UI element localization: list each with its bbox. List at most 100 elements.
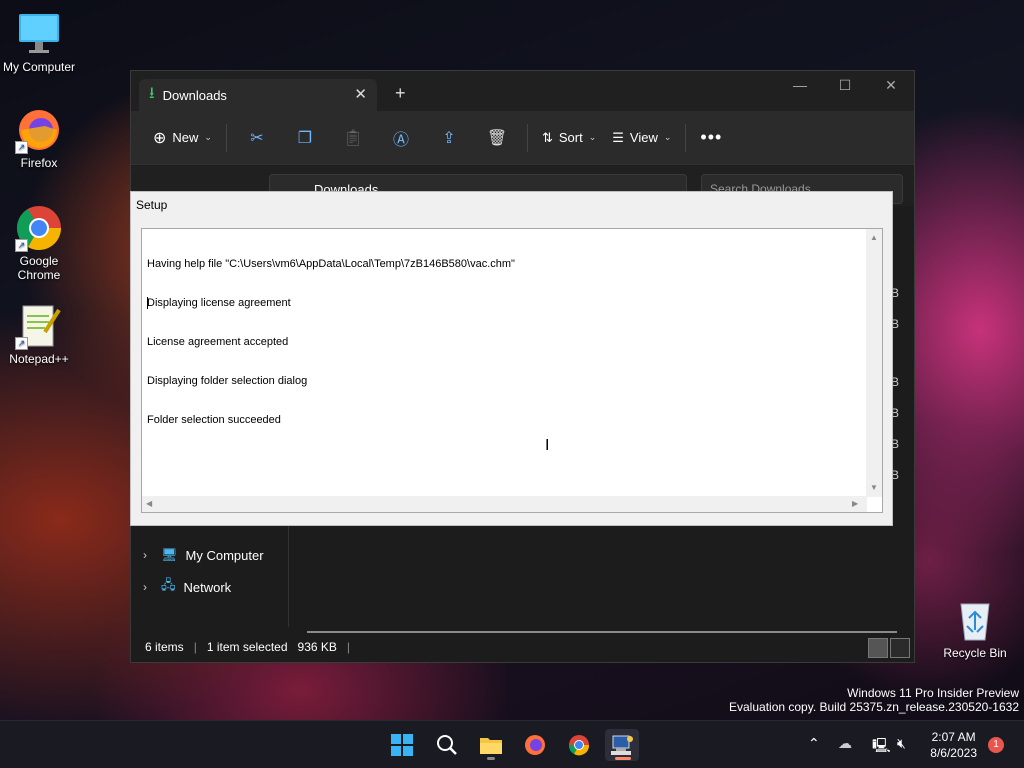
nav-item-network[interactable]: › 🖧 Network xyxy=(131,573,289,601)
chevron-right-icon[interactable]: › xyxy=(143,548,153,562)
new-button[interactable]: ⊕ New ⌄ xyxy=(145,122,220,154)
log-lines: Having help file "C:\Users\vm6\AppData\L… xyxy=(147,232,515,453)
chevron-down-icon: ⌄ xyxy=(663,132,672,142)
toolbar-divider xyxy=(526,123,528,152)
sort-icon: ⇅ xyxy=(541,129,553,145)
desktop-icon-firefox[interactable]: ↗ Firefox xyxy=(0,106,78,170)
explorer-titlebar[interactable]: ⭳ Downloads ✕ + — ☐ ✕ xyxy=(131,71,914,111)
clock-date: 8/6/2023 xyxy=(930,746,977,760)
scroll-down-arrow-icon[interactable]: ▼ xyxy=(870,483,878,492)
new-label: New xyxy=(172,130,199,145)
desktop-icon-my-computer[interactable]: My Computer xyxy=(0,10,78,74)
notification-badge[interactable]: 1 xyxy=(988,737,1004,753)
log-line: Having help file "C:\Users\vm6\AppData\L… xyxy=(147,258,515,270)
new-tab-button[interactable]: + xyxy=(395,83,406,104)
file-explorer-icon xyxy=(480,738,502,754)
sort-label: Sort xyxy=(558,130,583,145)
taskbar: ⌃ ☁︎ 🖳 🔇︎ 2:07 AM 8/6/2023 1 xyxy=(0,720,1024,768)
clock-time: 2:07 AM xyxy=(931,730,976,744)
paste-icon[interactable]: 📋︎ xyxy=(329,122,377,154)
share-icon[interactable]: ⇪ xyxy=(425,122,473,154)
desktop-icon-label: Google Chrome xyxy=(17,254,61,282)
search-button[interactable] xyxy=(430,729,464,761)
desktop-icon-notepadpp[interactable]: ↗ Notepad++ xyxy=(0,302,78,366)
toolbar-divider xyxy=(225,123,227,152)
tiles-view-button[interactable] xyxy=(890,638,910,658)
system-clock[interactable]: 2:07 AM 8/6/2023 xyxy=(930,729,977,761)
chevron-down-icon: ⌄ xyxy=(588,132,597,142)
status-item-count: 6 items xyxy=(145,640,184,654)
windows-start-icon xyxy=(391,734,413,756)
windows-watermark: Windows 11 Pro Insider Preview Evaluatio… xyxy=(729,686,1019,714)
plus-circle-icon: ⊕ xyxy=(153,129,167,147)
chrome-icon xyxy=(568,735,590,756)
status-selected: 1 item selected xyxy=(206,640,288,654)
network-status-icon[interactable]: 🖳 xyxy=(872,735,891,759)
nav-label: Network xyxy=(183,579,232,595)
rename-icon[interactable]: Ⓐ xyxy=(377,122,425,154)
shortcut-arrow-icon: ↗ xyxy=(15,141,28,154)
nav-label: My Computer xyxy=(185,547,264,563)
chrome-taskbar-button[interactable] xyxy=(562,729,596,761)
firefox-icon xyxy=(525,735,545,755)
download-icon: ⭳ xyxy=(149,84,155,102)
status-size: 936 KB xyxy=(297,640,337,654)
maximize-button[interactable]: ☐ xyxy=(823,77,867,94)
setup-log-textarea[interactable]: Having help file "C:\Users\vm6\AppData\L… xyxy=(141,228,883,513)
details-view-button[interactable] xyxy=(868,638,888,658)
firefox-icon: ↗ xyxy=(15,106,63,154)
delete-icon[interactable]: 🗑︎ xyxy=(473,122,521,154)
view-label: View xyxy=(629,130,658,145)
scroll-up-arrow-icon[interactable]: ▲ xyxy=(870,233,878,242)
monitor-icon: 🖥︎ xyxy=(161,547,178,562)
monitor-icon xyxy=(15,10,63,58)
desktop-icon-label: Recycle Bin xyxy=(943,646,1007,660)
running-indicator xyxy=(487,757,495,760)
start-button[interactable] xyxy=(385,729,419,761)
active-indicator xyxy=(615,757,631,760)
setup-dialog[interactable]: Setup Having help file "C:\Users\vm6\App… xyxy=(130,191,893,526)
chevron-right-icon[interactable]: › xyxy=(143,580,153,594)
watermark-line: Evaluation copy. Build 25375.zn_release.… xyxy=(729,700,1019,714)
close-tab-icon[interactable]: ✕ xyxy=(354,85,367,103)
show-hidden-icons-chevron-icon[interactable]: ⌃ xyxy=(808,735,820,752)
tab-downloads[interactable]: ⭳ Downloads ✕ xyxy=(139,79,377,111)
minimize-button[interactable]: — xyxy=(778,77,822,93)
sort-button[interactable]: ⇅ Sort ⌄ xyxy=(534,122,604,154)
status-bar: 6 items | 1 item selected 936 KB | xyxy=(145,640,351,654)
vertical-scrollbar[interactable]: ▲ ▼ xyxy=(866,229,882,497)
watermark-line: Windows 11 Pro Insider Preview xyxy=(847,686,1019,700)
desktop-icon-chrome[interactable]: ↗ Google Chrome xyxy=(0,204,78,282)
tab-title: Downloads xyxy=(162,87,227,103)
volume-muted-icon[interactable]: 🔇︎ xyxy=(897,735,906,752)
view-button[interactable]: ☰ View ⌄ xyxy=(604,122,679,154)
nav-item-my-computer[interactable]: › 🖥︎ My Computer xyxy=(131,541,289,569)
more-options-button[interactable]: ••• xyxy=(692,122,730,154)
cut-icon[interactable]: ✂ xyxy=(233,122,281,154)
log-line: License agreement accepted xyxy=(147,336,289,348)
horizontal-scrollbar[interactable]: ◀ ▶ xyxy=(142,496,867,512)
file-explorer-taskbar-button[interactable] xyxy=(474,729,508,761)
shortcut-arrow-icon: ↗ xyxy=(15,337,28,350)
view-icon: ☰ xyxy=(612,129,624,145)
network-icon: 🖧 xyxy=(161,577,176,592)
copy-icon[interactable]: ❐ xyxy=(281,122,329,154)
chrome-icon: ↗ xyxy=(15,204,63,252)
close-window-button[interactable]: ✕ xyxy=(869,77,913,94)
recycle-bin-icon xyxy=(951,596,999,644)
chevron-down-icon: ⌄ xyxy=(204,132,212,142)
scroll-right-arrow-icon[interactable]: ▶ xyxy=(852,499,858,508)
setup-app-icon xyxy=(611,735,633,755)
desktop-icon-label: My Computer xyxy=(2,60,76,74)
command-bar: ⊕ New ⌄ ✂ ❐ 📋︎ Ⓐ ⇪ 🗑︎ ⇅ Sort ⌄ ☰ View ⌄ … xyxy=(131,111,914,165)
scroll-left-arrow-icon[interactable]: ◀ xyxy=(146,499,152,508)
shortcut-arrow-icon: ↗ xyxy=(15,239,28,252)
firefox-taskbar-button[interactable] xyxy=(518,729,552,761)
setup-taskbar-button[interactable] xyxy=(605,729,639,761)
notepadpp-icon: ↗ xyxy=(15,302,63,350)
log-line: Folder selection succeeded xyxy=(147,414,281,426)
toolbar-divider xyxy=(685,123,687,152)
log-line: Displaying folder selection dialog xyxy=(147,375,308,387)
desktop-icon-recycle-bin[interactable]: Recycle Bin xyxy=(935,596,1015,660)
cloud-offline-icon[interactable]: ☁︎ xyxy=(838,735,852,752)
